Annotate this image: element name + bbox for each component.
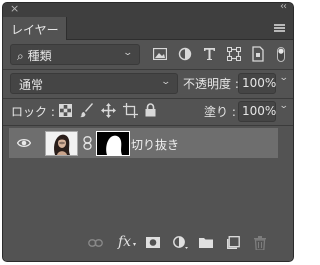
opacity-label: 不透明度 : xyxy=(183,77,239,91)
lock-all-icon[interactable] xyxy=(145,103,156,117)
layer-name[interactable]: 切り抜き xyxy=(131,136,179,153)
blend-mode-value: 通常 xyxy=(19,78,44,92)
layer-mask-thumbnail[interactable] xyxy=(96,131,130,156)
close-icon[interactable]: × xyxy=(10,3,19,15)
blend-mode-dropdown[interactable]: 通常 ⌄ xyxy=(10,73,178,94)
chevron-down-icon: ⌄ xyxy=(160,77,172,87)
layers-list: 切り抜き xyxy=(3,128,293,158)
chevron-down-icon: ⌄ xyxy=(122,48,134,58)
portrait-thumbnail-image xyxy=(46,132,77,155)
opacity-input[interactable]: 100% xyxy=(238,73,276,94)
fill-input[interactable]: 100% xyxy=(238,101,276,122)
search-icon: ⌕ xyxy=(17,49,24,63)
lock-image-icon[interactable] xyxy=(80,103,94,118)
lock-position-icon[interactable] xyxy=(101,103,116,118)
lock-transparent-icon[interactable] xyxy=(59,104,72,117)
fill-chevron-icon[interactable]: ⌄ xyxy=(279,101,289,111)
mask-silhouette-image xyxy=(97,132,129,155)
filter-toggle-switch[interactable] xyxy=(277,47,285,62)
layers-panel-window: × ‹‹ レイヤー ⌕ 種類 ⌄ 通常 ⌄ 不透明度: 100% ⌄ ロック … xyxy=(2,2,294,262)
fx-icon[interactable]: fx xyxy=(118,234,131,250)
panel-tab-row: レイヤー xyxy=(3,17,293,40)
fill-value: 100% xyxy=(242,104,277,118)
adjustment-layer-icon[interactable] xyxy=(173,236,189,250)
link-layers-icon[interactable] xyxy=(88,239,103,247)
lock-label: ロック : xyxy=(11,105,55,119)
kind-filter-dropdown[interactable]: ⌕ 種類 ⌄ xyxy=(10,44,140,65)
panel-menu-icon[interactable] xyxy=(274,24,285,32)
shape-filter-icon[interactable] xyxy=(227,47,241,61)
layer-row[interactable]: 切り抜き xyxy=(9,128,278,158)
collapse-icon[interactable]: ‹‹ xyxy=(280,3,287,12)
layers-footer-toolbar: fx ▾ xyxy=(3,228,293,261)
layer-image-thumbnail[interactable] xyxy=(45,131,78,156)
new-group-icon[interactable] xyxy=(199,237,213,248)
opacity-value: 100% xyxy=(242,76,277,90)
pixel-filter-icon[interactable] xyxy=(153,48,167,60)
lock-row: ロック : 塗り : 100% ⌄ xyxy=(3,99,293,125)
filter-row: ⌕ 種類 ⌄ xyxy=(3,40,293,69)
add-mask-icon[interactable] xyxy=(146,237,160,248)
lock-artboard-icon[interactable] xyxy=(123,103,138,118)
smart-object-filter-icon[interactable] xyxy=(252,46,264,62)
fx-dropdown-indicator: ▾ xyxy=(133,241,137,248)
visibility-eye-icon[interactable] xyxy=(17,138,31,148)
panel-titlebar: × ‹‹ xyxy=(3,3,293,17)
delete-layer-icon[interactable] xyxy=(254,236,266,250)
adjustment-filter-icon[interactable] xyxy=(178,47,192,61)
opacity-chevron-icon[interactable]: ⌄ xyxy=(279,73,289,83)
type-filter-icon[interactable] xyxy=(203,47,216,61)
mask-link-icon[interactable] xyxy=(83,136,92,150)
tab-layers[interactable]: レイヤー xyxy=(3,17,67,40)
fill-label: 塗り : xyxy=(204,105,236,119)
divider xyxy=(3,125,293,126)
kind-filter-label: 種類 xyxy=(27,49,52,63)
blend-row: 通常 ⌄ 不透明度 : 100% ⌄ xyxy=(3,70,293,98)
new-layer-icon[interactable] xyxy=(227,236,240,249)
